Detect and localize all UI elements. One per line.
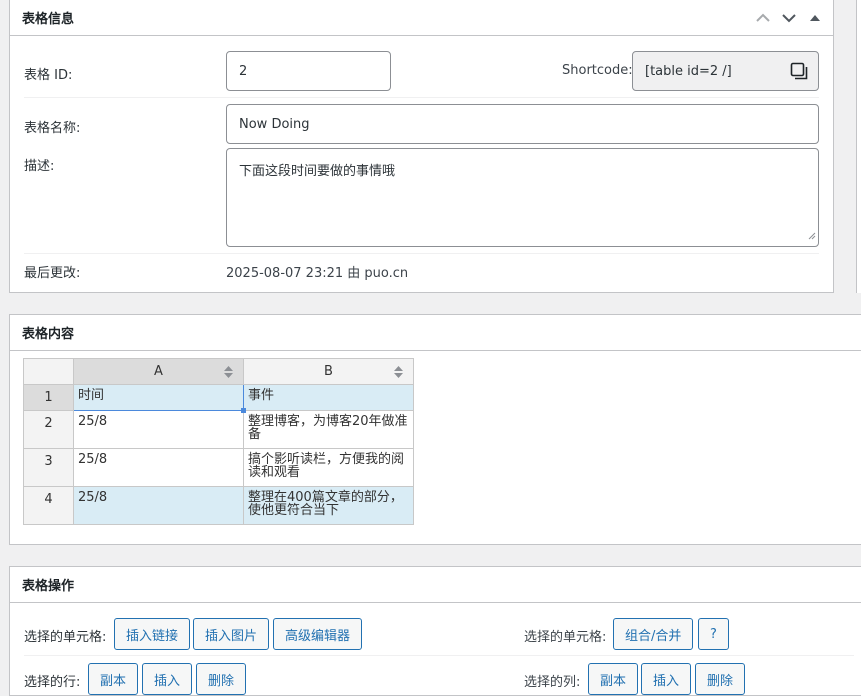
table-id-label: 表格 ID: <box>24 68 73 83</box>
move-down-icon[interactable] <box>779 8 799 28</box>
table-grid: A B 1 时间 事件 2 25/8 整理博客，为博客20年做准备 3 25/8… <box>23 358 414 525</box>
advanced-editor-button[interactable]: 高级编辑器 <box>273 618 363 650</box>
selected-rows-label: 选择的行: <box>24 675 81 690</box>
cell-b2[interactable]: 整理博客，为博客20年做准备 <box>243 410 414 449</box>
cell-a1[interactable]: 时间 <box>73 384 246 413</box>
table-id-input[interactable]: 2 <box>226 51 391 91</box>
table-info-panel: 表格信息 表格 ID: 2 Shortcode: [table id=2 /] … <box>9 0 834 293</box>
move-up-icon[interactable] <box>753 8 773 28</box>
shortcode-value: [table id=2 /] <box>645 63 732 79</box>
copy-icon[interactable] <box>790 62 808 84</box>
table-row: 1 时间 事件 <box>23 384 414 413</box>
help-button[interactable]: ? <box>698 618 729 650</box>
table-operations-panel: 表格操作 选择的单元格: 插入链接 插入图片 高级编辑器 选择的单元格: 组合/… <box>9 566 861 696</box>
selected-cells-label: 选择的单元格: <box>24 630 107 645</box>
divider <box>24 253 819 254</box>
column-duplicate-button[interactable]: 副本 <box>588 663 639 695</box>
table-name-input[interactable]: Now Doing <box>226 104 819 144</box>
cell-a3[interactable]: 25/8 <box>73 448 244 487</box>
sidebar-edge <box>856 0 861 293</box>
last-modified-value: 2025-08-07 23:21 由 puo.cn <box>226 266 409 281</box>
collapse-toggle-icon[interactable] <box>805 8 825 28</box>
insert-image-button[interactable]: 插入图片 <box>193 618 270 650</box>
selected-columns-label: 选择的列: <box>524 675 581 690</box>
table-content-title: 表格内容 <box>10 315 861 351</box>
table-row: 4 25/8 整理在400篇文章的部分，使他更符合当下 <box>23 486 414 525</box>
column-insert-button[interactable]: 插入 <box>641 663 692 695</box>
last-modified-label: 最后更改: <box>24 266 81 281</box>
row-duplicate-button[interactable]: 副本 <box>88 663 139 695</box>
shortcode-label: Shortcode: <box>562 63 633 78</box>
row-insert-button[interactable]: 插入 <box>142 663 193 695</box>
row-delete-button[interactable]: 删除 <box>196 663 247 695</box>
description-text: 下面这段时间要做的事情哦 <box>239 164 396 179</box>
sort-icon[interactable] <box>224 366 233 382</box>
cell-b4[interactable]: 整理在400篇文章的部分，使他更符合当下 <box>243 486 414 525</box>
grid-corner <box>23 358 74 385</box>
row-number[interactable]: 4 <box>23 486 74 525</box>
description-label: 描述: <box>24 159 55 174</box>
row-number[interactable]: 3 <box>23 448 74 487</box>
table-operations-title: 表格操作 <box>10 567 861 603</box>
table-name-label: 表格名称: <box>24 121 81 136</box>
cell-b1[interactable]: 事件 <box>243 384 414 411</box>
row-number[interactable]: 2 <box>23 410 74 449</box>
shortcode-field[interactable]: [table id=2 /] <box>632 51 819 91</box>
divider <box>24 97 819 98</box>
divider <box>24 655 854 656</box>
table-row: 3 25/8 搞个影听读栏，方便我的阅读和观看 <box>23 448 414 487</box>
description-textarea[interactable]: 下面这段时间要做的事情哦 <box>226 148 819 247</box>
column-header-b[interactable]: B <box>243 358 414 385</box>
cell-a4[interactable]: 25/8 <box>73 486 244 525</box>
cell-b3[interactable]: 搞个影听读栏，方便我的阅读和观看 <box>243 448 414 487</box>
resize-handle-icon[interactable] <box>808 229 816 244</box>
table-row: 2 25/8 整理博客，为博客20年做准备 <box>23 410 414 449</box>
merge-cells-button[interactable]: 组合/合并 <box>613 618 694 650</box>
fill-handle[interactable] <box>241 408 246 413</box>
selected-cells-label-2: 选择的单元格: <box>524 630 607 645</box>
column-header-a[interactable]: A <box>73 358 244 385</box>
insert-link-button[interactable]: 插入链接 <box>114 618 191 650</box>
sort-icon[interactable] <box>394 366 403 382</box>
table-info-title: 表格信息 <box>10 0 833 36</box>
table-content-panel: 表格内容 A B 1 时间 事件 2 25/8 整理博客，为博客20年做准备 3… <box>9 314 861 545</box>
panel-controls <box>753 8 825 28</box>
cell-a2[interactable]: 25/8 <box>73 410 244 449</box>
row-number[interactable]: 1 <box>23 384 74 411</box>
column-delete-button[interactable]: 删除 <box>695 663 746 695</box>
